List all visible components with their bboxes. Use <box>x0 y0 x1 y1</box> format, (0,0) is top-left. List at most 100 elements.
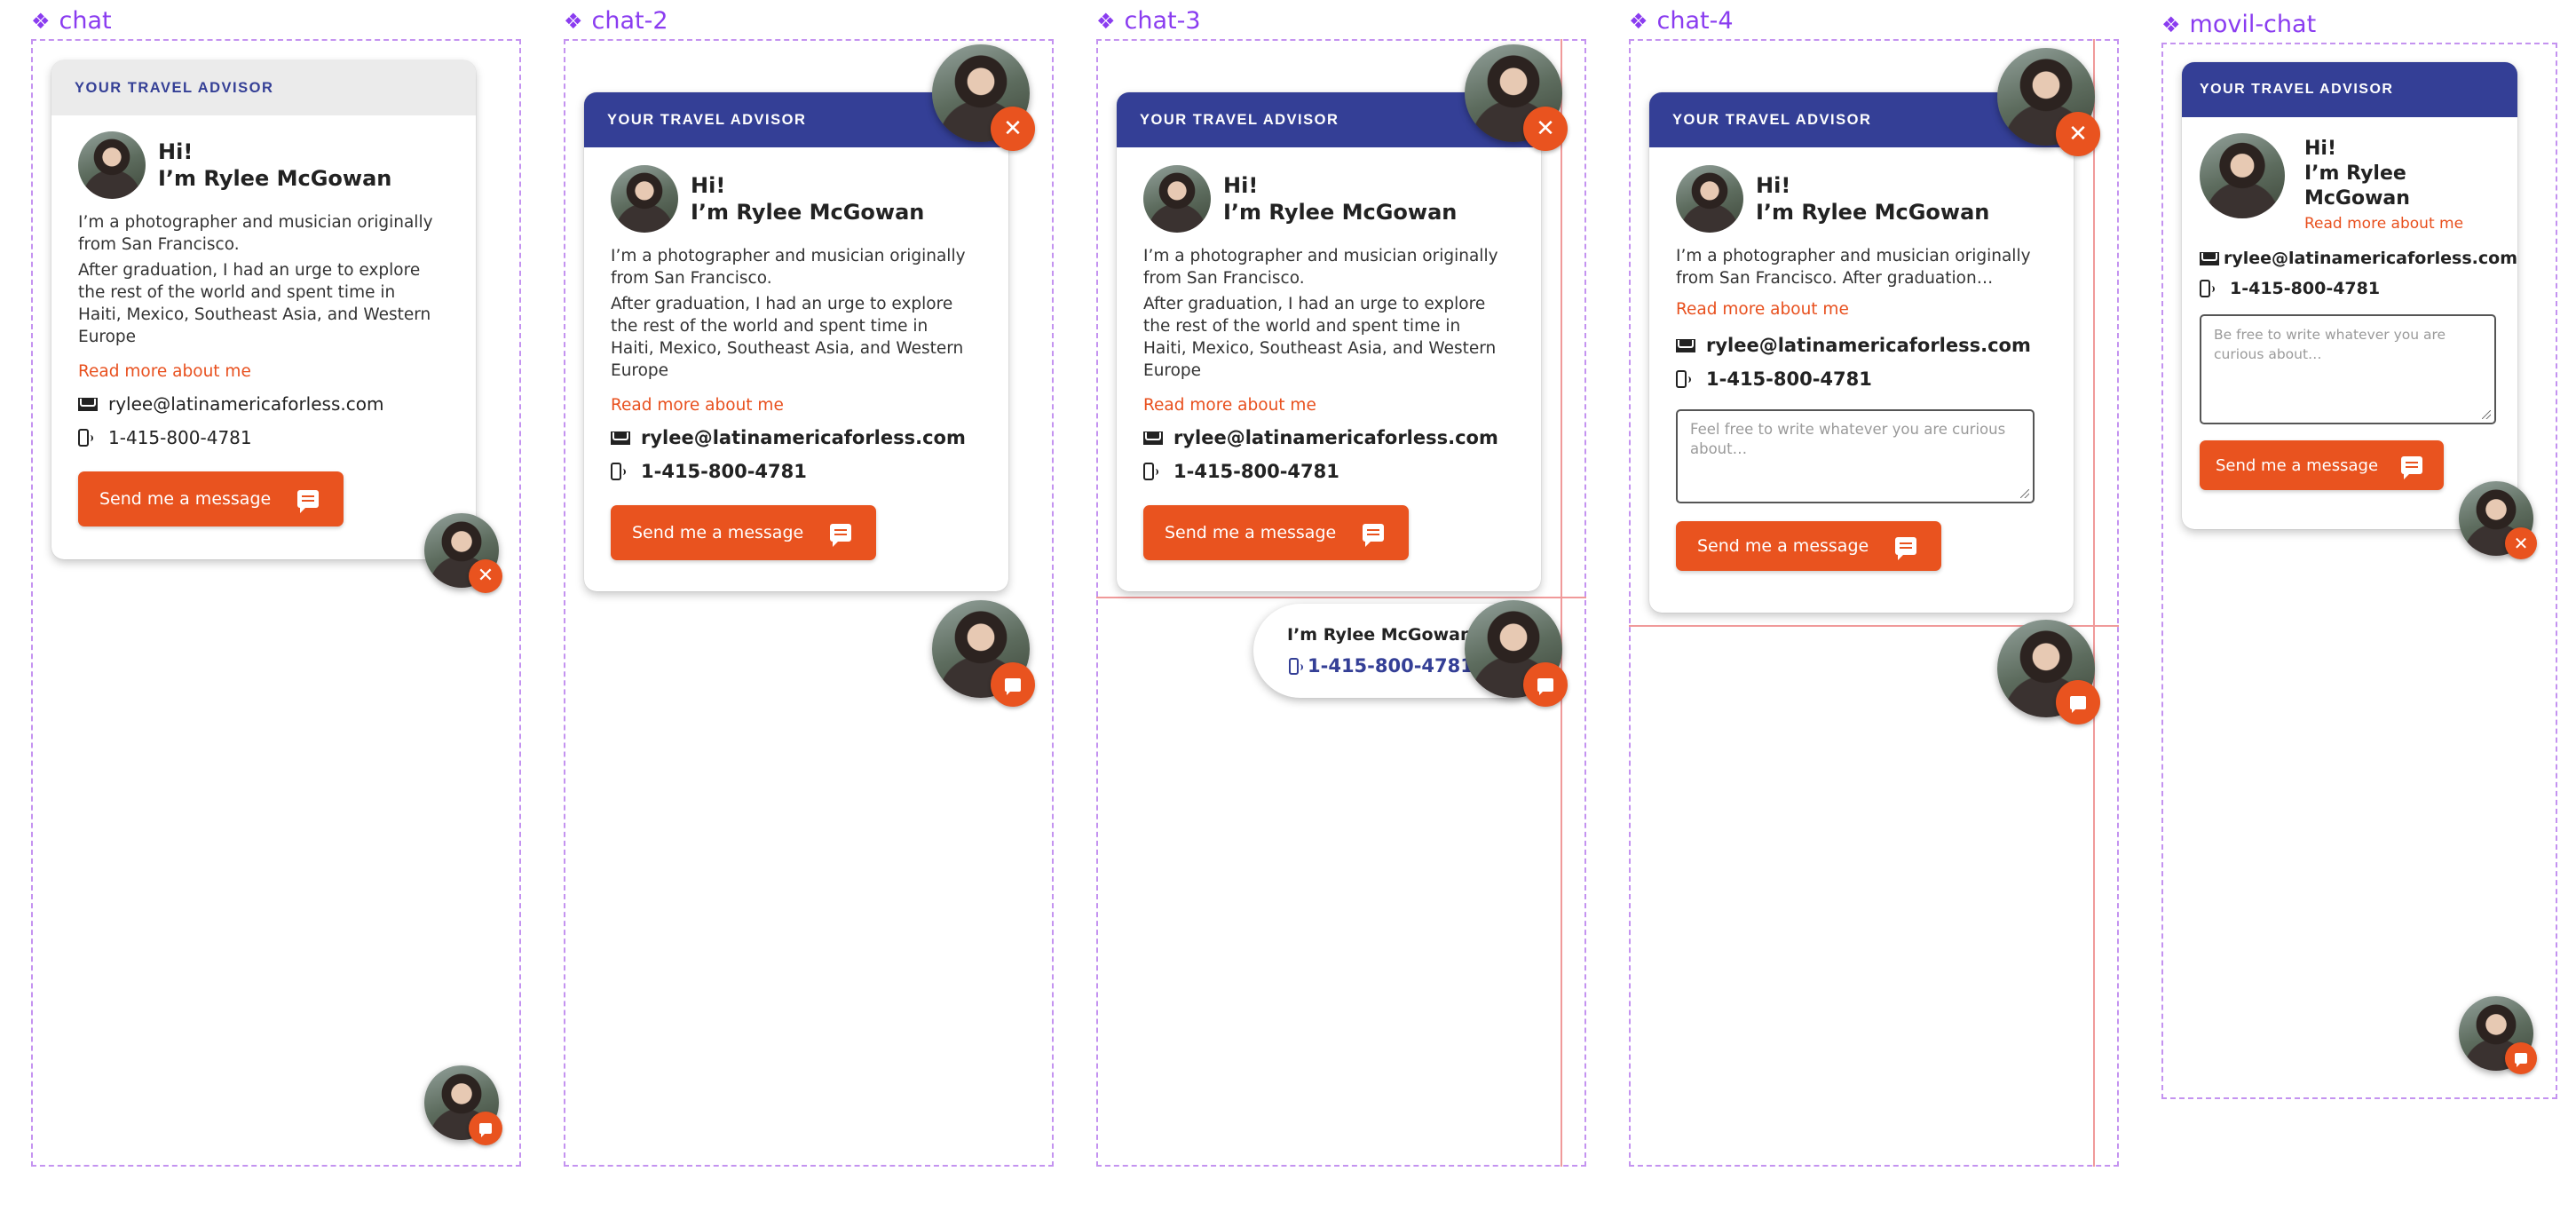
greeting: Hi! <box>2304 138 2336 160</box>
send-message-label: Send me a message <box>2216 455 2379 475</box>
advisor-card: YOUR TRAVEL ADVISOR Hi! I’m Rylee McGowan… <box>1117 92 1541 591</box>
frame-label-chat-2: ❖ chat-2 <box>564 7 668 35</box>
chat-bubble-icon <box>297 490 320 513</box>
bio-text: After graduation, I had an urge to explo… <box>611 295 964 380</box>
close-button[interactable]: ✕ <box>991 107 1035 151</box>
bio-text: After graduation, I had an urge to explo… <box>1143 295 1497 380</box>
chat-launcher-button[interactable] <box>2505 1042 2537 1074</box>
advisor-card: YOUR TRAVEL ADVISOR Hi! I’m Rylee McGowan… <box>2182 62 2517 529</box>
advisor-name: I’m Rylee McGowan <box>2304 162 2410 210</box>
send-message-button[interactable]: Send me a message <box>2200 440 2445 490</box>
frame-label-movil-chat: ❖ movil-chat <box>2161 11 2317 38</box>
frame-label-chat-4: ❖ chat-4 <box>1629 7 1734 35</box>
close-button[interactable]: ✕ <box>2505 527 2537 559</box>
greeting: Hi! <box>158 139 194 164</box>
chat-launcher-button[interactable] <box>1523 662 1568 707</box>
close-icon: ✕ <box>2513 533 2529 554</box>
advisor-card: YOUR TRAVEL ADVISOR Hi! I’m Rylee McGowan… <box>1649 92 2074 613</box>
advisor-avatar <box>78 131 146 199</box>
layout-guide <box>1096 597 1586 598</box>
send-message-label: Send me a message <box>1697 536 1869 556</box>
advisor-avatar <box>1676 165 1743 233</box>
close-icon: ✕ <box>1536 115 1555 142</box>
mobile-phone-icon <box>78 429 93 447</box>
greeting: Hi! <box>1223 173 1259 198</box>
pill-phone-link[interactable]: 1-415-800-4781 <box>1308 655 1474 677</box>
card-header: YOUR TRAVEL ADVISOR <box>51 60 476 115</box>
phone-link[interactable]: 1-415-800-4781 <box>641 461 807 482</box>
component-diamond-icon: ❖ <box>564 9 583 34</box>
bio-text: I’m a photographer and musician original… <box>1143 247 1498 288</box>
phone-link[interactable]: 1-415-800-4781 <box>1173 461 1339 482</box>
greeting: Hi! <box>1756 173 1791 198</box>
component-diamond-icon: ❖ <box>31 9 51 34</box>
chat-bubble-icon <box>2070 695 2086 713</box>
advisor-avatar <box>2200 133 2285 218</box>
frame-label-chat: ❖ chat <box>31 7 112 35</box>
email-link[interactable]: rylee@latinamericaforless.com <box>641 427 966 448</box>
email-link[interactable]: rylee@latinamericaforless.com <box>1173 427 1498 448</box>
chat-bubble-icon <box>2515 1053 2527 1067</box>
email-link[interactable]: rylee@latinamericaforless.com <box>2224 249 2517 268</box>
bio-text: I’m a photographer and musician original… <box>611 247 966 288</box>
advisor-name: I’m Rylee McGowan <box>691 200 925 225</box>
close-button[interactable]: ✕ <box>469 559 502 593</box>
advisor-name: I’m Rylee McGowan <box>158 166 392 191</box>
read-more-link[interactable]: Read more about me <box>611 396 784 415</box>
send-message-label: Send me a message <box>1165 523 1337 542</box>
mail-icon <box>1676 338 1695 352</box>
phone-link[interactable]: 1-415-800-4781 <box>2230 279 2380 298</box>
advisor-card: YOUR TRAVEL ADVISOR Hi! I’m Rylee McGowan… <box>51 60 476 559</box>
bio-text: After graduation, I had an urge to explo… <box>78 261 431 346</box>
chat-bubble-icon <box>1363 524 1385 547</box>
chat-launcher-button[interactable] <box>469 1112 502 1145</box>
send-message-button[interactable]: Send me a message <box>78 471 344 526</box>
close-icon: ✕ <box>2068 121 2088 147</box>
send-message-label: Send me a message <box>632 523 804 542</box>
component-diamond-icon: ❖ <box>2161 12 2181 37</box>
advisor-card: YOUR TRAVEL ADVISOR Hi! I’m Rylee McGowan… <box>584 92 1008 591</box>
mobile-phone-icon <box>1143 463 1158 480</box>
chat-launcher-button[interactable] <box>2056 680 2100 724</box>
close-icon: ✕ <box>477 565 494 587</box>
chat-bubble-icon <box>1005 677 1021 695</box>
mobile-phone-icon <box>1676 370 1691 388</box>
mail-icon <box>611 431 630 445</box>
chat-bubble-icon <box>1895 537 1917 560</box>
advisor-name: I’m Rylee McGowan <box>1223 200 1458 225</box>
component-diamond-icon: ❖ <box>1629 9 1648 34</box>
advisor-avatar <box>611 165 678 233</box>
mobile-phone-icon <box>2200 280 2215 297</box>
phone-link[interactable]: 1-415-800-4781 <box>108 427 252 448</box>
phone-link[interactable]: 1-415-800-4781 <box>1706 368 1872 390</box>
email-link[interactable]: rylee@latinamericaforless.com <box>108 393 383 415</box>
send-message-button[interactable]: Send me a message <box>1676 521 1942 571</box>
send-message-button[interactable]: Send me a message <box>611 505 877 560</box>
close-icon: ✕ <box>1003 115 1023 142</box>
read-more-link[interactable]: Read more about me <box>2304 215 2463 233</box>
read-more-link[interactable]: Read more about me <box>1676 300 1849 319</box>
advisor-name: I’m Rylee McGowan <box>1756 200 1990 225</box>
mail-icon <box>2200 251 2219 265</box>
greeting: Hi! <box>691 173 726 198</box>
close-button[interactable]: ✕ <box>2056 112 2100 156</box>
read-more-link[interactable]: Read more about me <box>78 362 251 381</box>
chat-bubble-icon <box>479 1123 492 1137</box>
chat-bubble-icon <box>1537 677 1553 695</box>
message-textarea[interactable]: Feel free to write whatever you are curi… <box>1676 409 2035 503</box>
read-more-link[interactable]: Read more about me <box>1143 396 1316 415</box>
component-diamond-icon: ❖ <box>1096 9 1116 34</box>
advisor-avatar <box>1143 165 1211 233</box>
chat-launcher-button[interactable] <box>991 662 1035 707</box>
frame-label-chat-3: ❖ chat-3 <box>1096 7 1201 35</box>
chat-bubble-icon <box>830 524 852 547</box>
bio-text: I’m a photographer and musician original… <box>78 213 433 254</box>
close-button[interactable]: ✕ <box>1523 107 1568 151</box>
mail-icon <box>1143 431 1163 445</box>
mobile-phone-icon <box>611 463 626 480</box>
email-link[interactable]: rylee@latinamericaforless.com <box>1706 335 2031 356</box>
message-textarea[interactable]: Be free to write whatever you are curiou… <box>2200 314 2496 424</box>
send-message-button[interactable]: Send me a message <box>1143 505 1410 560</box>
pill-advisor-name: I’m Rylee McGowan <box>1287 625 1473 645</box>
send-message-label: Send me a message <box>99 489 272 509</box>
